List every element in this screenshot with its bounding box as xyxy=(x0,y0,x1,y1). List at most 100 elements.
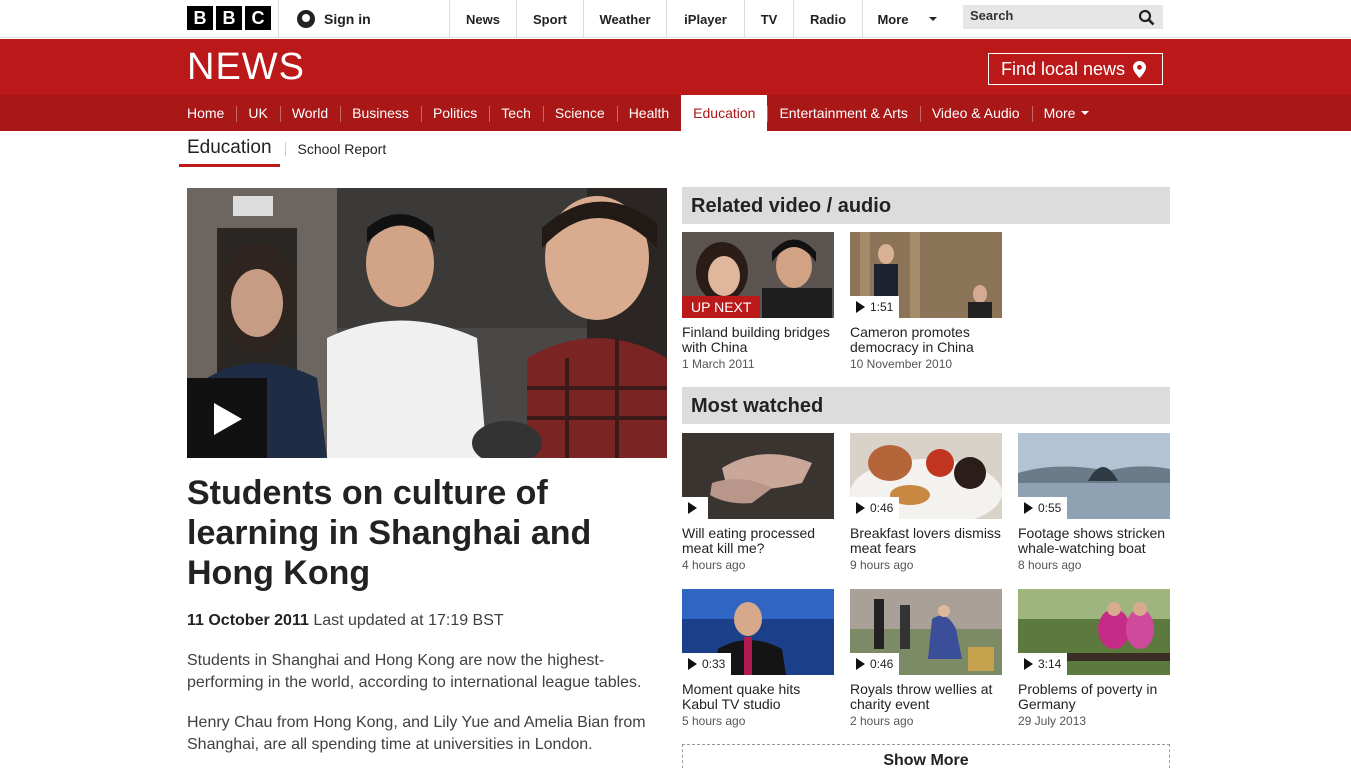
video-card[interactable]: UP NEXT Finland building bridges with Ch… xyxy=(682,232,834,371)
bbc-logo-letter-b2: B xyxy=(216,6,242,30)
news-brand[interactable]: NEWS xyxy=(187,47,305,87)
up-next-badge: UP NEXT xyxy=(682,296,761,318)
section-nav-uk[interactable]: UK xyxy=(236,95,279,131)
video-card[interactable]: Will eating processed meat kill me? 4 ho… xyxy=(682,433,834,572)
video-card[interactable]: 0:33 Moment quake hits Kabul TV studio 5… xyxy=(682,589,834,728)
duration-badge: 3:14 xyxy=(1018,653,1068,675)
location-pin-icon xyxy=(1133,60,1147,78)
video-date: 1 March 2011 xyxy=(682,357,755,371)
play-icon xyxy=(1024,502,1033,514)
video-thumbnail[interactable]: 3:14 xyxy=(1018,589,1170,675)
video-card[interactable]: 0:46 Breakfast lovers dismiss meat fears… xyxy=(850,433,1002,572)
sub-nav-school-report[interactable]: School Report xyxy=(298,141,387,157)
duration-label: 1:51 xyxy=(870,300,894,314)
video-card[interactable]: 0:46 Royals throw wellies at charity eve… xyxy=(850,589,1002,728)
sub-nav-current[interactable]: Education xyxy=(179,131,280,167)
video-thumbnail[interactable] xyxy=(682,433,834,519)
top-nav-news[interactable]: News xyxy=(450,0,517,38)
duration-badge: 0:46 xyxy=(850,653,900,675)
video-date: 10 November 2010 xyxy=(850,357,953,371)
video-thumbnail[interactable]: 0:33 xyxy=(682,589,834,675)
play-button[interactable] xyxy=(187,378,267,458)
video-title[interactable]: Breakfast lovers dismiss meat fears xyxy=(850,526,1002,556)
show-more-button[interactable]: Show More xyxy=(682,744,1170,768)
play-icon xyxy=(688,658,697,670)
section-nav-tech[interactable]: Tech xyxy=(489,95,543,131)
section-nav-more-label: More xyxy=(1043,105,1076,121)
sub-nav: Education School Report xyxy=(179,131,386,167)
top-nav-tv[interactable]: TV xyxy=(745,0,794,38)
duration-label: 3:14 xyxy=(1038,657,1062,671)
section-nav-business[interactable]: Business xyxy=(340,95,421,131)
top-nav-weather[interactable]: Weather xyxy=(584,0,667,38)
user-icon xyxy=(297,10,315,28)
most-watched-heading: Most watched xyxy=(682,387,1170,424)
find-local-news-button[interactable]: Find local news xyxy=(988,53,1163,85)
video-time: 29 July 2013 xyxy=(1018,714,1087,728)
video-time: 9 hours ago xyxy=(850,558,914,572)
search-placeholder: Search xyxy=(970,8,1014,23)
section-nav-health[interactable]: Health xyxy=(616,95,681,131)
video-title[interactable]: Footage shows stricken whale-watching bo… xyxy=(1018,526,1170,556)
chevron-down-icon xyxy=(1081,111,1090,115)
video-title[interactable]: Finland building bridges with China xyxy=(682,325,834,355)
video-thumbnail[interactable]: 0:46 xyxy=(850,589,1002,675)
video-thumbnail[interactable]: UP NEXT xyxy=(682,232,834,318)
top-nav-more[interactable]: More xyxy=(863,0,951,38)
story-paragraph: Henry Chau from Hong Kong, and Lily Yue … xyxy=(187,714,646,753)
section-nav-world[interactable]: World xyxy=(279,95,340,131)
video-thumbnail[interactable]: 1:51 xyxy=(850,232,1002,318)
video-card[interactable]: 3:14 Problems of poverty in Germany 29 J… xyxy=(1018,589,1170,728)
video-title[interactable]: Royals throw wellies at charity event xyxy=(850,682,1002,712)
section-nav-science[interactable]: Science xyxy=(542,95,617,131)
play-icon xyxy=(214,403,242,435)
search-icon[interactable] xyxy=(1138,9,1155,26)
top-nav-sport[interactable]: Sport xyxy=(517,0,584,38)
chevron-down-icon xyxy=(928,17,937,21)
section-nav-video-audio[interactable]: Video & Audio xyxy=(919,95,1032,131)
video-card[interactable]: 0:55 Footage shows stricken whale-watchi… xyxy=(1018,433,1170,572)
play-icon xyxy=(688,502,697,514)
section-nav-politics[interactable]: Politics xyxy=(420,95,489,131)
section-nav-more[interactable]: More xyxy=(1031,95,1102,131)
top-nav-iplayer[interactable]: iPlayer xyxy=(667,0,745,38)
video-card[interactable]: 1:51 Cameron promotes democracy in China… xyxy=(850,232,1002,371)
top-nav-radio[interactable]: Radio xyxy=(794,0,863,38)
bbc-logo-letter-b1: B xyxy=(187,6,213,30)
search-input[interactable]: Search xyxy=(963,5,1163,29)
duration-label: 0:33 xyxy=(702,657,726,671)
section-nav-entertainment-arts[interactable]: Entertainment & Arts xyxy=(767,95,919,131)
story-paragraph: Students in Shanghai and Hong Kong are n… xyxy=(187,652,642,691)
duration-badge: 0:33 xyxy=(682,653,732,675)
story-dateline: 11 October 2011 Last updated at 17:19 BS… xyxy=(187,612,504,630)
duration-label: 0:46 xyxy=(870,501,894,515)
duration-badge: 1:51 xyxy=(850,296,900,318)
section-nav-education[interactable]: Education xyxy=(681,95,768,131)
play-icon xyxy=(1024,658,1033,670)
section-nav: Home UK World Business Politics Tech Sci… xyxy=(0,95,1351,131)
bbc-logo[interactable]: B B C xyxy=(187,6,271,30)
section-nav-home[interactable]: Home xyxy=(175,95,236,131)
play-icon xyxy=(856,502,865,514)
bbc-logo-letter-c: C xyxy=(245,6,271,30)
duration-badge: 0:46 xyxy=(850,497,900,519)
top-nav-more-label: More xyxy=(877,11,909,27)
video-thumbnail[interactable]: 0:46 xyxy=(850,433,1002,519)
video-title[interactable]: Cameron promotes democracy in China xyxy=(850,325,1002,355)
video-title[interactable]: Problems of poverty in Germany xyxy=(1018,682,1170,712)
play-icon xyxy=(856,301,865,313)
sub-nav-divider xyxy=(284,142,286,156)
video-title[interactable]: Will eating processed meat kill me? xyxy=(682,526,834,556)
story-video-player[interactable] xyxy=(187,188,667,458)
duration-label: 0:46 xyxy=(870,657,894,671)
sign-in-label: Sign in xyxy=(324,11,371,27)
top-nav: News Sport Weather iPlayer TV Radio More xyxy=(450,0,951,38)
duration-badge xyxy=(682,497,708,519)
video-time: 2 hours ago xyxy=(850,714,914,728)
video-thumbnail[interactable]: 0:55 xyxy=(1018,433,1170,519)
video-time: 5 hours ago xyxy=(682,714,746,728)
related-video-heading: Related video / audio xyxy=(682,187,1170,224)
story-date: 11 October 2011 xyxy=(187,612,309,629)
sign-in-link[interactable]: Sign in xyxy=(278,0,450,38)
video-title[interactable]: Moment quake hits Kabul TV studio xyxy=(682,682,834,712)
